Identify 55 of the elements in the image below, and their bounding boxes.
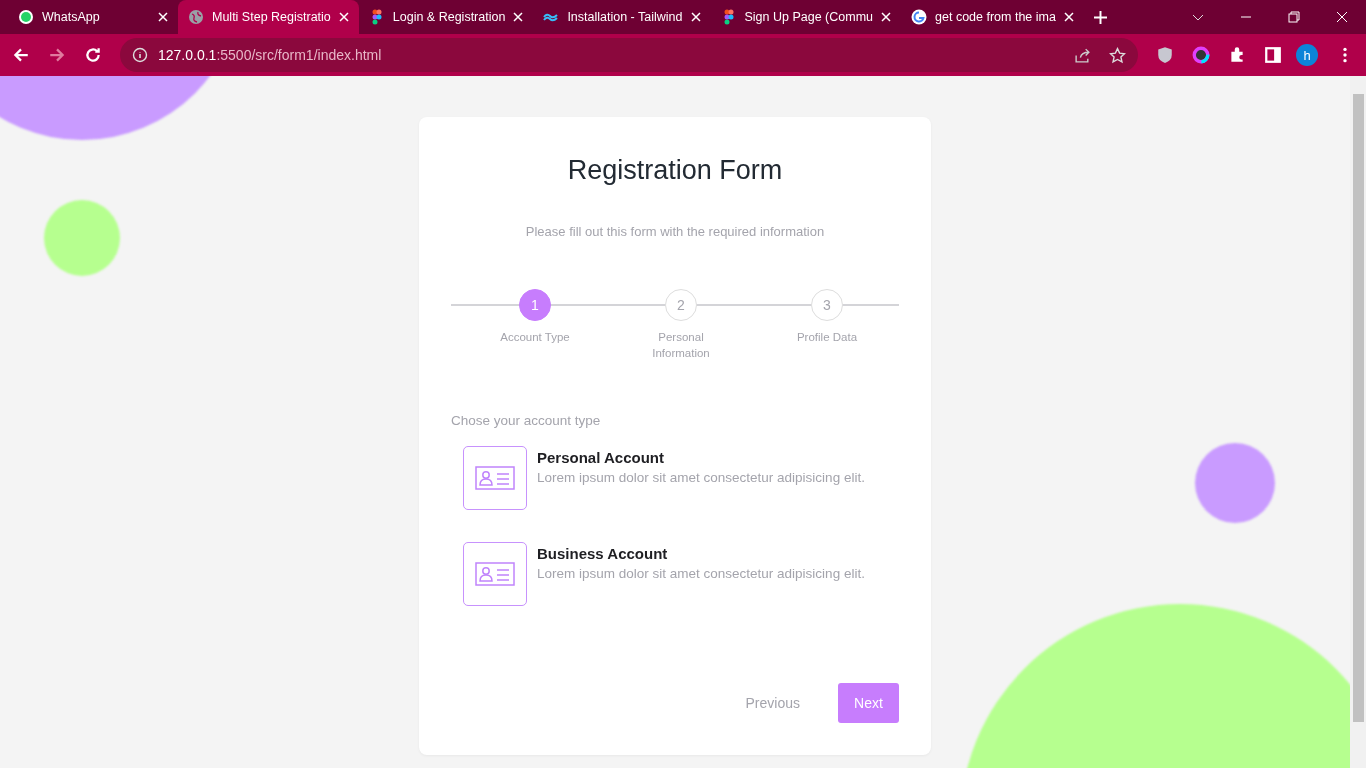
star-icon[interactable] [1109,46,1126,64]
share-icon[interactable] [1074,46,1091,64]
option-title: Personal Account [537,449,665,466]
globe-icon [188,9,204,25]
color-ring-icon[interactable] [1192,46,1210,64]
browser-tab[interactable]: Login & Registration [358,0,534,34]
option-title: Business Account [537,545,669,562]
close-icon[interactable] [338,12,349,22]
step-circle: 2 [665,289,697,321]
step-label: Profile Data [795,330,859,345]
step-label: Account Type [500,330,570,345]
forward-arrow-icon[interactable] [48,46,66,64]
id-card-icon [475,562,515,586]
tab-title: Multi Step Registratio [212,10,331,24]
info-icon [132,47,148,63]
step-label: Personal Information [651,330,711,361]
option-description: Lorem ipsum dolor sit amet consectetur adipisicing elit. [537,470,865,485]
step-circle: 1 [519,289,551,321]
profile-avatar[interactable]: h [1296,44,1318,66]
browser-tab[interactable]: WhatsApp [8,0,178,34]
tab-title: Login & Registration [392,10,506,24]
google-icon [911,9,928,25]
close-icon[interactable] [690,12,701,22]
back-arrow-icon[interactable] [12,46,30,64]
form-title: Registration Form [566,155,784,186]
whatsapp-icon [18,9,34,25]
tab-title: Installation - Tailwind [567,10,683,24]
url-host: 127.0.0.1 [158,47,217,63]
address-bar[interactable]: 127.0.0.1:5500/src/form1/index.html [120,38,1138,72]
account-option-tile[interactable] [463,446,527,510]
browser-tab[interactable]: Multi Step Registratio [178,0,359,34]
tab-title: WhatsApp [42,10,101,24]
restore-icon[interactable] [1288,11,1300,23]
section-prompt: Chose your account type [451,413,602,428]
option-description: Lorem ipsum dolor sit amet consectetur adipisicing elit. [537,566,865,581]
close-icon[interactable] [513,12,524,22]
browser-tab[interactable]: Sign Up Page (Commu [710,0,902,34]
id-card-icon [475,466,515,490]
url-path: :5500/src/form1/index.html [216,47,382,63]
account-option-tile[interactable] [463,542,527,606]
close-icon[interactable] [1336,11,1348,23]
shield-icon[interactable] [1156,46,1174,64]
tab-title: get code from the ima [935,10,1056,24]
tab-title: Sign Up Page (Commu [744,10,874,24]
form-subtitle: Please fill out this form with the required information [524,224,826,239]
browser-tab[interactable]: get code from the ima [901,0,1084,34]
close-icon[interactable] [158,12,168,22]
browser-tab[interactable]: Installation - Tailwind [533,0,711,34]
reload-icon[interactable] [84,46,102,64]
puzzle-icon[interactable] [1228,46,1246,64]
close-icon[interactable] [1063,12,1074,22]
new-tab-icon[interactable] [1093,10,1107,24]
close-icon[interactable] [881,12,892,22]
step-circle: 3 [811,289,843,321]
side-panel-icon[interactable] [1264,46,1282,64]
